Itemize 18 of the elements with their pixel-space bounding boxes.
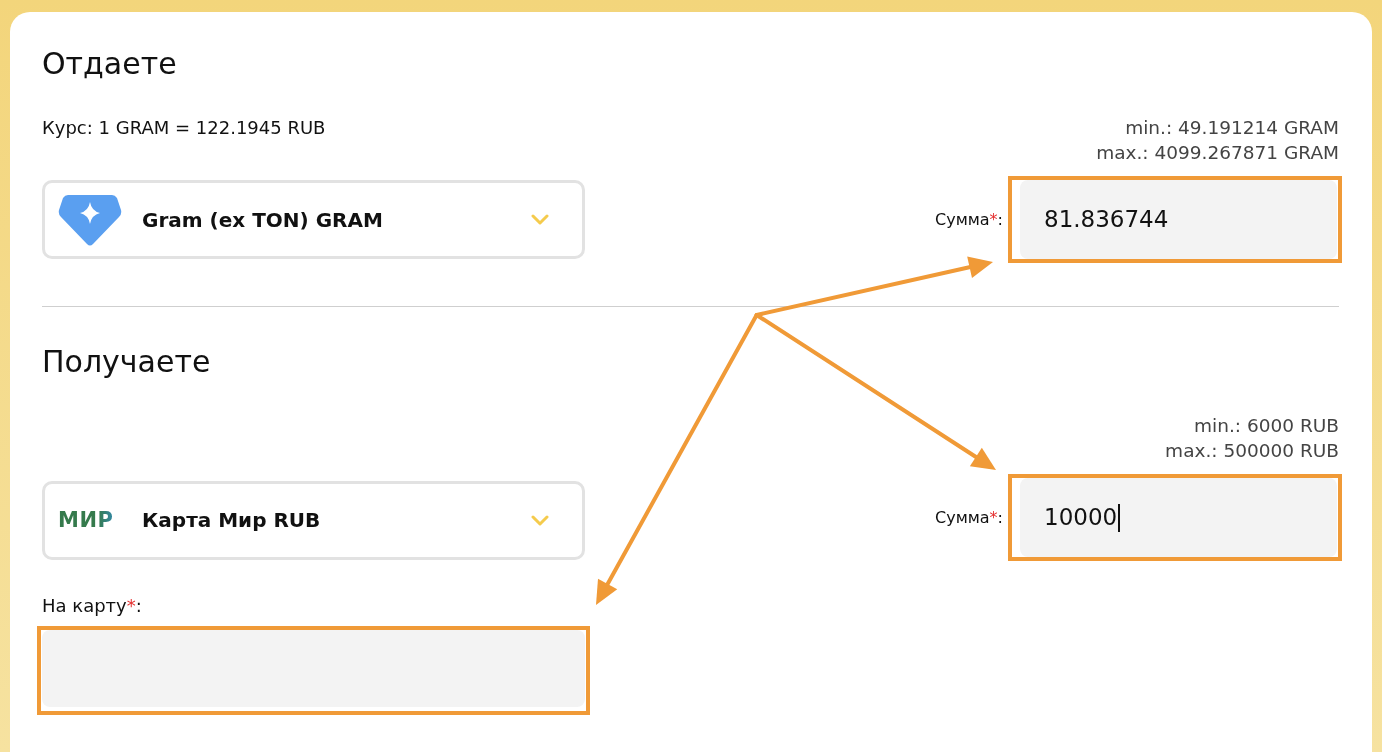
amount-input[interactable]: 81.836744 xyxy=(1020,180,1337,259)
currency-select[interactable]: Gram (ex TON) GRAM xyxy=(42,180,585,259)
exchange-rate-text: Курс: 1 GRAM = 122.1945 RUB xyxy=(42,116,326,140)
amount-label: Сумма*: xyxy=(935,208,1003,231)
currency-select[interactable]: МИР Карта Мир RUB xyxy=(42,480,585,560)
amount-label: Сумма*: xyxy=(935,506,1003,529)
limit-text: max.: 4099.267871 GRAM xyxy=(1096,141,1339,165)
chevron-down-icon xyxy=(531,214,549,225)
section-title: Получаете xyxy=(42,344,211,380)
section-title: Отдаете xyxy=(42,46,177,82)
limit-text: min.: 6000 RUB xyxy=(1194,414,1339,438)
card-number-label: На карту*: xyxy=(42,596,142,616)
chevron-down-icon xyxy=(531,514,549,526)
diamond-icon xyxy=(58,193,122,246)
limit-text: max.: 500000 RUB xyxy=(1165,439,1339,463)
limit-text: min.: 49.191214 GRAM xyxy=(1125,116,1339,140)
card-number-input[interactable] xyxy=(42,630,585,707)
amount-input[interactable]: 10000 xyxy=(1020,478,1337,557)
